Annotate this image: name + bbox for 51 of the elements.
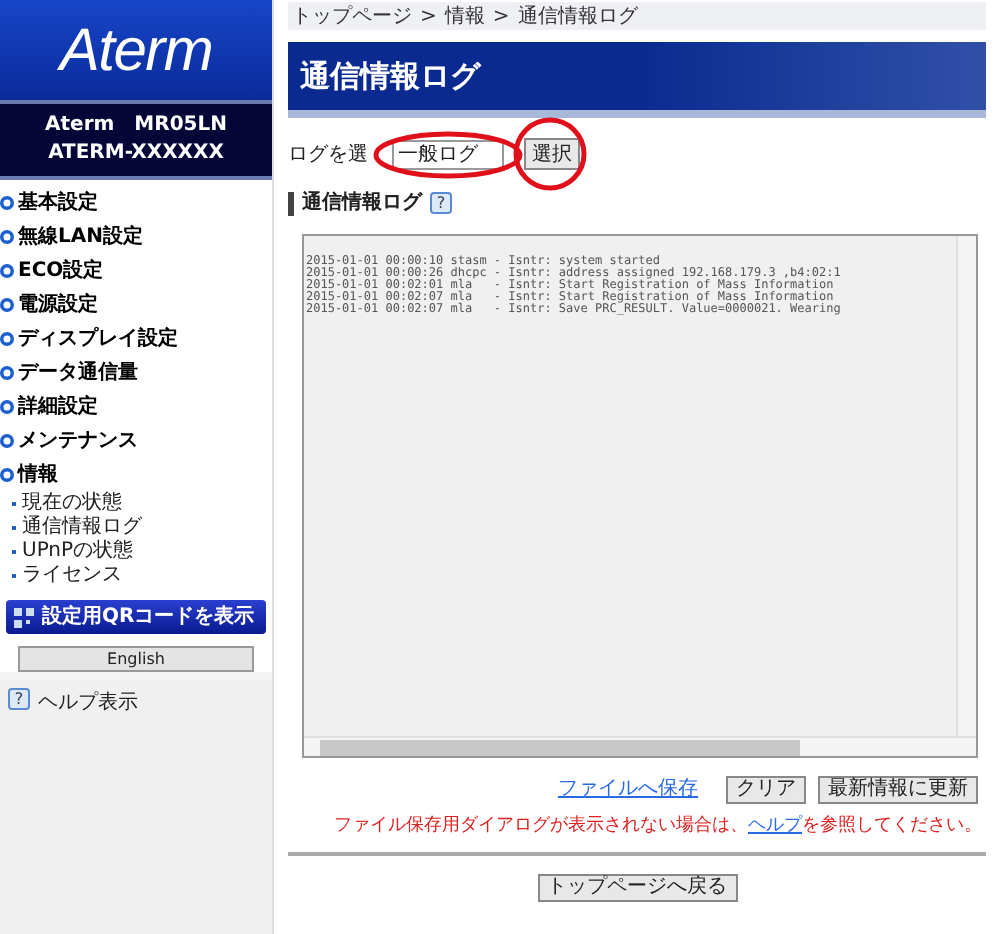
model-name: Aterm MR05LN bbox=[45, 112, 227, 140]
menu-item[interactable]: 情報 bbox=[18, 460, 58, 490]
horizontal-scrollbar[interactable] bbox=[304, 736, 976, 756]
english-button[interactable]: English bbox=[18, 646, 254, 672]
device-name: ATERM-XXXXXX bbox=[48, 140, 224, 168]
save-to-file-link[interactable]: ファイルへ保存 bbox=[558, 774, 698, 804]
menu-item[interactable]: ECO設定 bbox=[18, 256, 104, 286]
bullet-icon bbox=[0, 366, 14, 380]
bullet-icon bbox=[0, 468, 14, 482]
menu-item[interactable]: データ通信量 bbox=[18, 358, 138, 388]
breadcrumb-link[interactable]: 情報 bbox=[444, 1, 485, 31]
menu-item[interactable]: メンテナンス bbox=[18, 426, 138, 456]
breadcrumb-separator: > bbox=[420, 3, 437, 31]
bullet-icon bbox=[0, 400, 14, 414]
qr-code-button[interactable]: 設定用QRコードを表示 bbox=[6, 600, 266, 634]
vertical-scrollbar[interactable] bbox=[956, 236, 976, 736]
note-text: ファイル保存用ダイアログが表示されない場合は、ヘルプを参照してください。 bbox=[334, 814, 982, 840]
bullet-icon bbox=[0, 298, 14, 312]
menu-item[interactable]: 基本設定 bbox=[18, 188, 98, 218]
bullet-icon bbox=[0, 196, 14, 210]
log-type-select[interactable]: 一般ログ bbox=[392, 139, 504, 169]
bullet-icon bbox=[0, 264, 14, 278]
bullet-icon bbox=[0, 230, 14, 244]
help-button[interactable]: ? bbox=[430, 192, 452, 214]
menu-item[interactable]: ディスプレイ設定 bbox=[18, 324, 178, 354]
submenu-item[interactable]: UPnPの状態 bbox=[22, 540, 134, 564]
help-link[interactable]: ヘルプ bbox=[748, 816, 802, 836]
scrollbar-thumb[interactable] bbox=[320, 739, 800, 755]
logo: Aterm bbox=[59, 15, 213, 87]
back-to-top-button[interactable]: トップページへ戻る bbox=[537, 873, 737, 901]
select-button[interactable]: 選択 bbox=[524, 138, 580, 170]
breadcrumb-separator: > bbox=[492, 3, 510, 31]
log-select-label: ログを選 bbox=[288, 141, 368, 169]
qr-icon bbox=[14, 607, 34, 627]
section-marker bbox=[288, 191, 294, 215]
submenu-item[interactable]: 現在の状態 bbox=[22, 492, 122, 516]
help-icon: ? bbox=[8, 688, 30, 710]
section-title: 通信情報ログ bbox=[302, 189, 422, 218]
help-link[interactable]: ヘルプ表示 bbox=[38, 688, 138, 718]
page-title: 通信情報ログ bbox=[300, 55, 480, 98]
breadcrumb-link[interactable]: 通信情報ログ bbox=[517, 1, 638, 31]
breadcrumb-link[interactable]: トップページ bbox=[292, 1, 412, 31]
refresh-button[interactable]: 最新情報に更新 bbox=[818, 775, 978, 803]
bullet-icon bbox=[0, 332, 14, 346]
menu-item[interactable]: 無線LAN設定 bbox=[18, 222, 143, 252]
clear-button[interactable]: クリア bbox=[726, 775, 806, 803]
menu-item[interactable]: 詳細設定 bbox=[18, 392, 98, 422]
menu-item[interactable]: 電源設定 bbox=[18, 290, 98, 320]
bullet-icon bbox=[0, 434, 14, 448]
submenu-item[interactable]: 通信情報ログ bbox=[22, 516, 142, 540]
submenu-item[interactable]: ライセンス bbox=[22, 564, 122, 588]
